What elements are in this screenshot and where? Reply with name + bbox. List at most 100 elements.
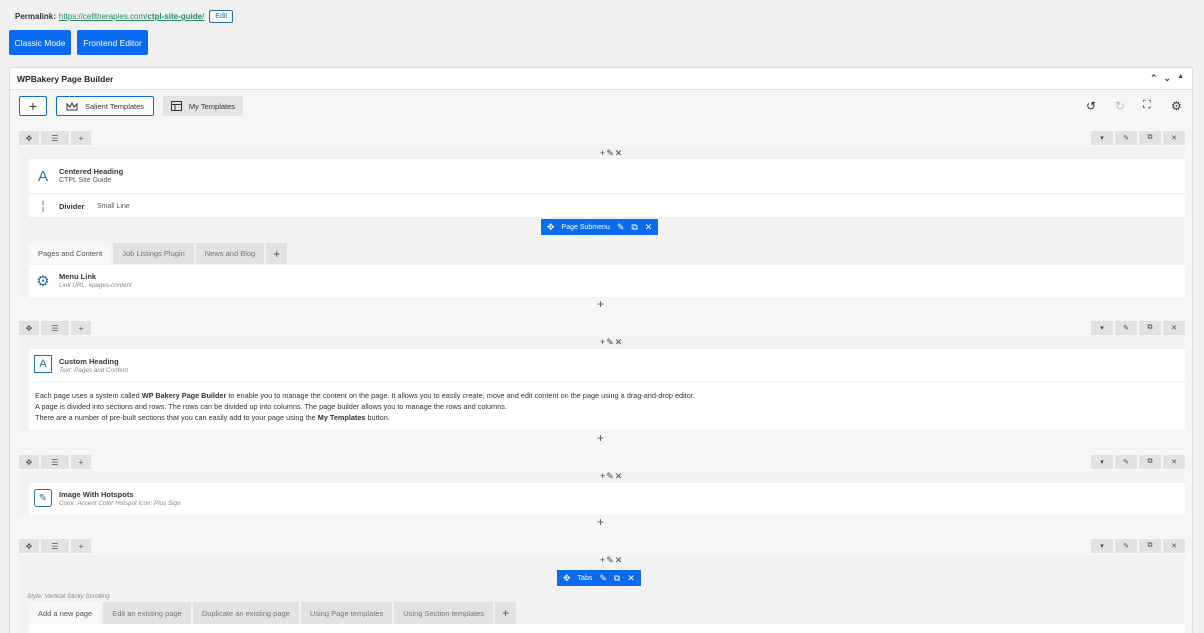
submenu-clone-icon[interactable]: ⧉ xyxy=(631,222,637,233)
row-2-toggle-icon[interactable]: ▾ xyxy=(1091,321,1113,335)
divider-icon: ╎ xyxy=(39,200,47,213)
row-1-toggle-icon[interactable]: ▾ xyxy=(1091,131,1113,145)
tabs-element-bar[interactable]: ✥ Tabs ✎ ⧉ ✕ xyxy=(557,570,641,586)
guide-tabs: Add a new page Edit an existing page Dup… xyxy=(29,602,517,624)
row-2-add-column-icon[interactable]: + xyxy=(71,321,91,335)
tabs-move-icon[interactable]: ✥ xyxy=(563,573,571,584)
row-3-delete-icon[interactable]: ✕ xyxy=(1163,455,1185,469)
row-4-toggle-icon[interactable]: ▾ xyxy=(1091,539,1113,553)
row-2-delete-icon[interactable]: ✕ xyxy=(1163,321,1185,335)
centered-heading-sub: CTPL Site Guide xyxy=(59,177,112,184)
tab-using-section-templates[interactable]: Using Section templates xyxy=(394,602,494,624)
column-3-controls[interactable]: +✎✕ xyxy=(600,471,623,482)
layout-icon xyxy=(170,101,182,111)
my-templates-button[interactable]: My Templates xyxy=(163,96,243,116)
permalink-label: Permalink: xyxy=(15,12,56,21)
row-1-add-column-icon[interactable]: + xyxy=(71,131,91,145)
custom-heading-title: Custom Heading xyxy=(59,357,119,366)
row-3-clone-icon[interactable]: ⧉ xyxy=(1139,455,1161,469)
tab-news-and-blog[interactable]: News and Blog xyxy=(195,243,265,264)
tab-add-new-page[interactable]: Add a new page xyxy=(29,602,102,624)
row-2-controls: ✥ ☰ + ▾ ✎ ⧉ ✕ xyxy=(19,321,1185,335)
row-3: +✎✕ ✎ Image With Hotspots Color: Accent … xyxy=(19,471,1185,515)
add-guide-tab-button[interactable]: + xyxy=(495,602,517,624)
submenu-move-icon[interactable]: ✥ xyxy=(547,222,555,233)
row-2-layout-icon[interactable]: ✥ xyxy=(19,321,39,335)
permalink-edit-button[interactable]: Edit xyxy=(209,10,234,23)
move-down-icon[interactable]: ⌄ xyxy=(1164,73,1172,84)
tab-duplicate-existing-page[interactable]: Duplicate an existing page xyxy=(192,602,299,624)
tab-content-area xyxy=(29,624,1185,633)
builder-title: WPBakery Page Builder xyxy=(17,73,114,84)
frontend-editor-button[interactable]: Frontend Editor xyxy=(77,30,148,55)
tabs-label: Tabs xyxy=(577,574,593,582)
image-hotspots-sub: Color: Accent Color Hotspot Icon: Plus S… xyxy=(59,500,181,507)
row-4-delete-icon[interactable]: ✕ xyxy=(1163,539,1185,553)
redo-icon[interactable]: ↻ xyxy=(1115,99,1125,113)
tab-pages-and-content[interactable]: Pages and Content xyxy=(29,243,112,264)
tabs-edit-icon[interactable]: ✎ xyxy=(599,573,607,584)
classic-mode-button[interactable]: Classic Mode xyxy=(9,30,71,55)
row-3-add-column-icon[interactable]: + xyxy=(71,455,91,469)
row-4-layout-icon[interactable]: ✥ xyxy=(19,539,39,553)
tabs-delete-icon[interactable]: ✕ xyxy=(627,573,635,584)
submenu-tabs: Pages and Content Job Listings Plugin Ne… xyxy=(29,243,288,264)
row-1: +✎✕ A Centered Heading CTPL Site Guide ╎… xyxy=(19,147,1185,297)
row-4-clone-icon[interactable]: ⧉ xyxy=(1139,539,1161,553)
row-3-add-element-icon[interactable]: + xyxy=(597,515,604,529)
add-element-button[interactable]: + xyxy=(19,96,47,116)
row-1-edit-icon[interactable]: ✎ xyxy=(1115,131,1137,145)
settings-gear-icon[interactable]: ⚙ xyxy=(1171,99,1182,113)
image-hotspots-title: Image With Hotspots xyxy=(59,490,134,499)
row-1-clone-icon[interactable]: ⧉ xyxy=(1139,131,1161,145)
row-3-toggle-icon[interactable]: ▾ xyxy=(1091,455,1113,469)
row-1-drag-handle-icon[interactable]: ☰ xyxy=(41,131,69,145)
text-block-element[interactable]: Each page uses a system called WP Bakery… xyxy=(29,382,1185,430)
divider-element[interactable]: ╎ Divider Small Line xyxy=(29,195,1185,217)
divider-sub: Small Line xyxy=(97,203,130,210)
centered-heading-element[interactable]: A Centered Heading CTPL Site Guide xyxy=(29,159,1185,193)
tab-using-page-templates[interactable]: Using Page templates xyxy=(300,602,393,624)
centered-heading-title: Centered Heading xyxy=(59,167,124,176)
page-submenu-bar[interactable]: ✥ Page Submenu ✎ ⧉ ✕ xyxy=(541,219,659,235)
row-2: +✎✕ A Custom Heading Text: Pages and Con… xyxy=(19,337,1185,431)
tabs-clone-icon[interactable]: ⧉ xyxy=(614,573,620,584)
column-4-controls[interactable]: +✎✕ xyxy=(600,555,623,566)
row-1-add-element-icon[interactable]: + xyxy=(597,297,604,311)
row-2-edit-icon[interactable]: ✎ xyxy=(1115,321,1137,335)
row-4-drag-handle-icon[interactable]: ☰ xyxy=(41,539,69,553)
fullscreen-icon[interactable]: ⛶ xyxy=(1143,99,1151,112)
menu-link-element[interactable]: ⚙ Menu Link Link URL: #pages-content xyxy=(29,265,1185,297)
tab-job-listings-plugin[interactable]: Job Listings Plugin xyxy=(113,243,194,264)
collapse-icon[interactable]: ▲ xyxy=(1177,73,1184,84)
row-1-layout-icon[interactable]: ✥ xyxy=(19,131,39,145)
row-3-layout-icon[interactable]: ✥ xyxy=(19,455,39,469)
row-4-edit-icon[interactable]: ✎ xyxy=(1115,539,1137,553)
my-templates-label: My Templates xyxy=(188,101,236,111)
salient-templates-button[interactable]: Salient Templates xyxy=(56,96,154,116)
row-2-drag-handle-icon[interactable]: ☰ xyxy=(41,321,69,335)
menu-link-gear-icon: ⚙ xyxy=(36,273,50,290)
undo-icon[interactable]: ↺ xyxy=(1086,99,1096,113)
permalink-url[interactable]: https://celltherapies.com/ctpl-site-guid… xyxy=(59,12,204,21)
row-1-controls: ✥ ☰ + ▾ ✎ ⧉ ✕ xyxy=(19,131,1185,145)
move-up-icon[interactable]: ⌃ xyxy=(1150,73,1158,84)
row-3-edit-icon[interactable]: ✎ xyxy=(1115,455,1137,469)
row-3-drag-handle-icon[interactable]: ☰ xyxy=(41,455,69,469)
image-hotspots-element[interactable]: ✎ Image With Hotspots Color: Accent Colo… xyxy=(29,483,1185,515)
row-4-add-column-icon[interactable]: + xyxy=(71,539,91,553)
column-1-controls[interactable]: +✎✕ xyxy=(600,148,623,159)
add-tab-button[interactable]: + xyxy=(266,243,288,264)
custom-heading-element[interactable]: A Custom Heading Text: Pages and Content xyxy=(29,349,1185,381)
menu-link-title: Menu Link xyxy=(59,272,97,281)
image-hotspot-icon: ✎ xyxy=(34,489,52,507)
row-2-clone-icon[interactable]: ⧉ xyxy=(1139,321,1161,335)
submenu-edit-icon[interactable]: ✎ xyxy=(617,222,625,233)
salient-templates-label: Salient Templates xyxy=(84,101,145,111)
row-1-delete-icon[interactable]: ✕ xyxy=(1163,131,1185,145)
column-2-controls[interactable]: +✎✕ xyxy=(600,337,623,348)
builder-header: WPBakery Page Builder ⌃ ⌄ ▲ xyxy=(10,68,1192,90)
row-2-add-element-icon[interactable]: + xyxy=(597,431,604,445)
tab-edit-existing-page[interactable]: Edit an existing page xyxy=(103,602,191,624)
submenu-delete-icon[interactable]: ✕ xyxy=(645,222,653,233)
